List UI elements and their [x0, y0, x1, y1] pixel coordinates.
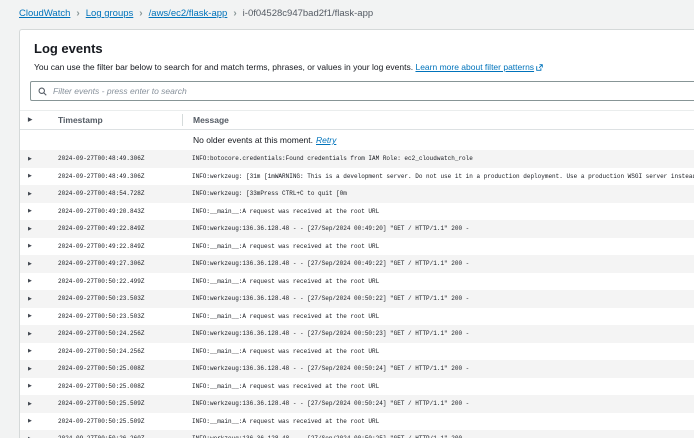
log-message: INFO:werkzeug:136.36.128.48 - - [27/Sep/…: [182, 295, 694, 302]
expand-arrow-icon[interactable]: ▶: [20, 348, 58, 354]
expand-arrow-icon[interactable]: ▶: [20, 366, 58, 372]
log-timestamp: 2024-09-27T00:48:54.728Z: [58, 190, 182, 197]
breadcrumb: CloudWatch › Log groups › /aws/ec2/flask…: [0, 0, 694, 19]
log-event-row[interactable]: ▶ 2024-09-27T00:49:22.849Z INFO:werkzeug…: [20, 220, 694, 238]
log-message: INFO:__main__:A request was received at …: [182, 348, 694, 355]
log-message: INFO:botocore.credentials:Found credenti…: [182, 155, 694, 162]
log-event-row[interactable]: ▶ 2024-09-27T00:50:22.499Z INFO:__main__…: [20, 273, 694, 291]
panel-description: You can use the filter bar below to sear…: [34, 62, 694, 73]
log-event-row[interactable]: ▶ 2024-09-27T00:49:20.843Z INFO:__main__…: [20, 203, 694, 221]
expand-arrow-icon[interactable]: ▶: [20, 418, 58, 424]
expand-arrow-icon: ▶: [20, 117, 58, 123]
expand-arrow-icon[interactable]: ▶: [20, 313, 58, 319]
column-header-message: Message: [183, 115, 694, 125]
log-message: INFO:__main__:A request was received at …: [182, 383, 694, 390]
log-event-row[interactable]: ▶ 2024-09-27T00:48:54.728Z INFO:werkzeug…: [20, 185, 694, 203]
cloudwatch-log-events-page: { "colors": { "accent_blue": "#0073bb", …: [0, 0, 694, 438]
log-event-row[interactable]: ▶ 2024-09-27T00:49:27.306Z INFO:werkzeug…: [20, 255, 694, 273]
expand-arrow-icon[interactable]: ▶: [20, 296, 58, 302]
log-timestamp: 2024-09-27T00:50:25.509Z: [58, 418, 182, 425]
breadcrumb-current-log-stream: i-0f04528c947bad2f1/flask-app: [243, 8, 373, 19]
external-link-icon: [536, 63, 543, 73]
log-message: INFO:werkzeug: [31m [1mWARNING: This is …: [182, 173, 694, 180]
log-timestamp: 2024-09-27T00:50:25.008Z: [58, 383, 182, 390]
notice-text: No older events at this moment.: [193, 135, 313, 145]
log-timestamp: 2024-09-27T00:50:24.256Z: [58, 330, 182, 337]
log-message: INFO:__main__:A request was received at …: [182, 208, 694, 215]
log-event-row[interactable]: ▶ 2024-09-27T00:50:23.503Z INFO:__main__…: [20, 308, 694, 326]
log-event-row[interactable]: ▶ 2024-09-27T00:50:24.256Z INFO:werkzeug…: [20, 325, 694, 343]
expand-arrow-icon[interactable]: ▶: [20, 208, 58, 214]
log-message: INFO:werkzeug: [33mPress CTRL+C to quit …: [182, 190, 694, 197]
log-event-row[interactable]: ▶ 2024-09-27T00:49:22.849Z INFO:__main__…: [20, 238, 694, 256]
expand-arrow-icon[interactable]: ▶: [20, 261, 58, 267]
breadcrumb-link-log-group[interactable]: /aws/ec2/flask-app: [149, 8, 228, 19]
log-event-row[interactable]: ▶ 2024-09-27T00:50:25.509Z INFO:__main__…: [20, 413, 694, 431]
log-event-row[interactable]: ▶ 2024-09-27T00:50:25.008Z INFO:werkzeug…: [20, 360, 694, 378]
log-message: INFO:werkzeug:136.36.128.48 - - [27/Sep/…: [182, 330, 694, 337]
filter-events-input[interactable]: [53, 86, 694, 96]
log-event-row[interactable]: ▶ 2024-09-27T00:50:24.256Z INFO:__main__…: [20, 343, 694, 361]
expand-arrow-icon[interactable]: ▶: [20, 383, 58, 389]
log-timestamp: 2024-09-27T00:49:22.849Z: [58, 243, 182, 250]
expand-arrow-icon[interactable]: ▶: [20, 156, 58, 162]
log-timestamp: 2024-09-27T00:50:22.499Z: [58, 278, 182, 285]
log-timestamp: 2024-09-27T00:50:24.256Z: [58, 348, 182, 355]
log-timestamp: 2024-09-27T00:50:23.503Z: [58, 295, 182, 302]
log-timestamp: 2024-09-27T00:49:22.849Z: [58, 225, 182, 232]
search-icon: [38, 87, 47, 96]
expand-arrow-icon[interactable]: ▶: [20, 331, 58, 337]
log-message: INFO:__main__:A request was received at …: [182, 313, 694, 320]
log-event-rows: ▶ 2024-09-27T00:48:49.306Z INFO:botocore…: [20, 150, 694, 438]
log-event-row[interactable]: ▶ 2024-09-27T00:48:49.306Z INFO:werkzeug…: [20, 168, 694, 186]
table-header-row: ▶ Timestamp Message: [20, 110, 694, 130]
log-timestamp: 2024-09-27T00:50:23.503Z: [58, 313, 182, 320]
log-events-table: ▶ Timestamp Message No older events at t…: [20, 110, 694, 438]
log-timestamp: 2024-09-27T00:48:49.306Z: [58, 155, 182, 162]
breadcrumb-separator-icon: ›: [76, 8, 79, 19]
no-older-events-notice: No older events at this moment. Retry: [20, 130, 694, 150]
description-text: You can use the filter bar below to sear…: [34, 62, 413, 72]
learn-more-link[interactable]: Learn more about filter patterns: [415, 62, 534, 72]
log-message: INFO:werkzeug:136.36.128.48 - - [27/Sep/…: [182, 225, 694, 232]
expand-arrow-icon[interactable]: ▶: [20, 191, 58, 197]
expand-arrow-icon[interactable]: ▶: [20, 173, 58, 179]
expand-arrow-icon[interactable]: ▶: [20, 401, 58, 407]
breadcrumb-separator-icon: ›: [139, 8, 142, 19]
log-message: INFO:werkzeug:136.36.128.48 - - [27/Sep/…: [182, 365, 694, 372]
log-event-row[interactable]: ▶ 2024-09-27T00:50:25.509Z INFO:werkzeug…: [20, 395, 694, 413]
log-event-row[interactable]: ▶ 2024-09-27T00:50:26.260Z INFO:werkzeug…: [20, 430, 694, 438]
retry-link[interactable]: Retry: [316, 135, 336, 145]
log-event-row[interactable]: ▶ 2024-09-27T00:48:49.306Z INFO:botocore…: [20, 150, 694, 168]
expand-arrow-icon[interactable]: ▶: [20, 226, 58, 232]
breadcrumb-link-log-groups[interactable]: Log groups: [86, 8, 134, 19]
log-message: INFO:__main__:A request was received at …: [182, 418, 694, 425]
log-events-panel: Log events You can use the filter bar be…: [19, 29, 694, 438]
column-header-timestamp: Timestamp: [58, 115, 182, 125]
log-message: INFO:__main__:A request was received at …: [182, 278, 694, 285]
log-timestamp: 2024-09-27T00:50:25.008Z: [58, 365, 182, 372]
log-message: INFO:werkzeug:136.36.128.48 - - [27/Sep/…: [182, 400, 694, 407]
expand-arrow-icon[interactable]: ▶: [20, 278, 58, 284]
log-timestamp: 2024-09-27T00:48:49.306Z: [58, 173, 182, 180]
log-message: INFO:__main__:A request was received at …: [182, 243, 694, 250]
log-event-row[interactable]: ▶ 2024-09-27T00:50:25.008Z INFO:__main__…: [20, 378, 694, 396]
log-timestamp: 2024-09-27T00:49:27.306Z: [58, 260, 182, 267]
expand-arrow-icon[interactable]: ▶: [20, 243, 58, 249]
log-event-row[interactable]: ▶ 2024-09-27T00:50:23.503Z INFO:werkzeug…: [20, 290, 694, 308]
breadcrumb-link-cloudwatch[interactable]: CloudWatch: [19, 8, 70, 19]
log-message: INFO:werkzeug:136.36.128.48 - - [27/Sep/…: [182, 260, 694, 267]
filter-events-searchbar: [30, 81, 694, 101]
breadcrumb-separator-icon: ›: [233, 8, 236, 19]
log-timestamp: 2024-09-27T00:50:25.509Z: [58, 400, 182, 407]
page-title: Log events: [34, 41, 694, 56]
log-timestamp: 2024-09-27T00:49:20.843Z: [58, 208, 182, 215]
